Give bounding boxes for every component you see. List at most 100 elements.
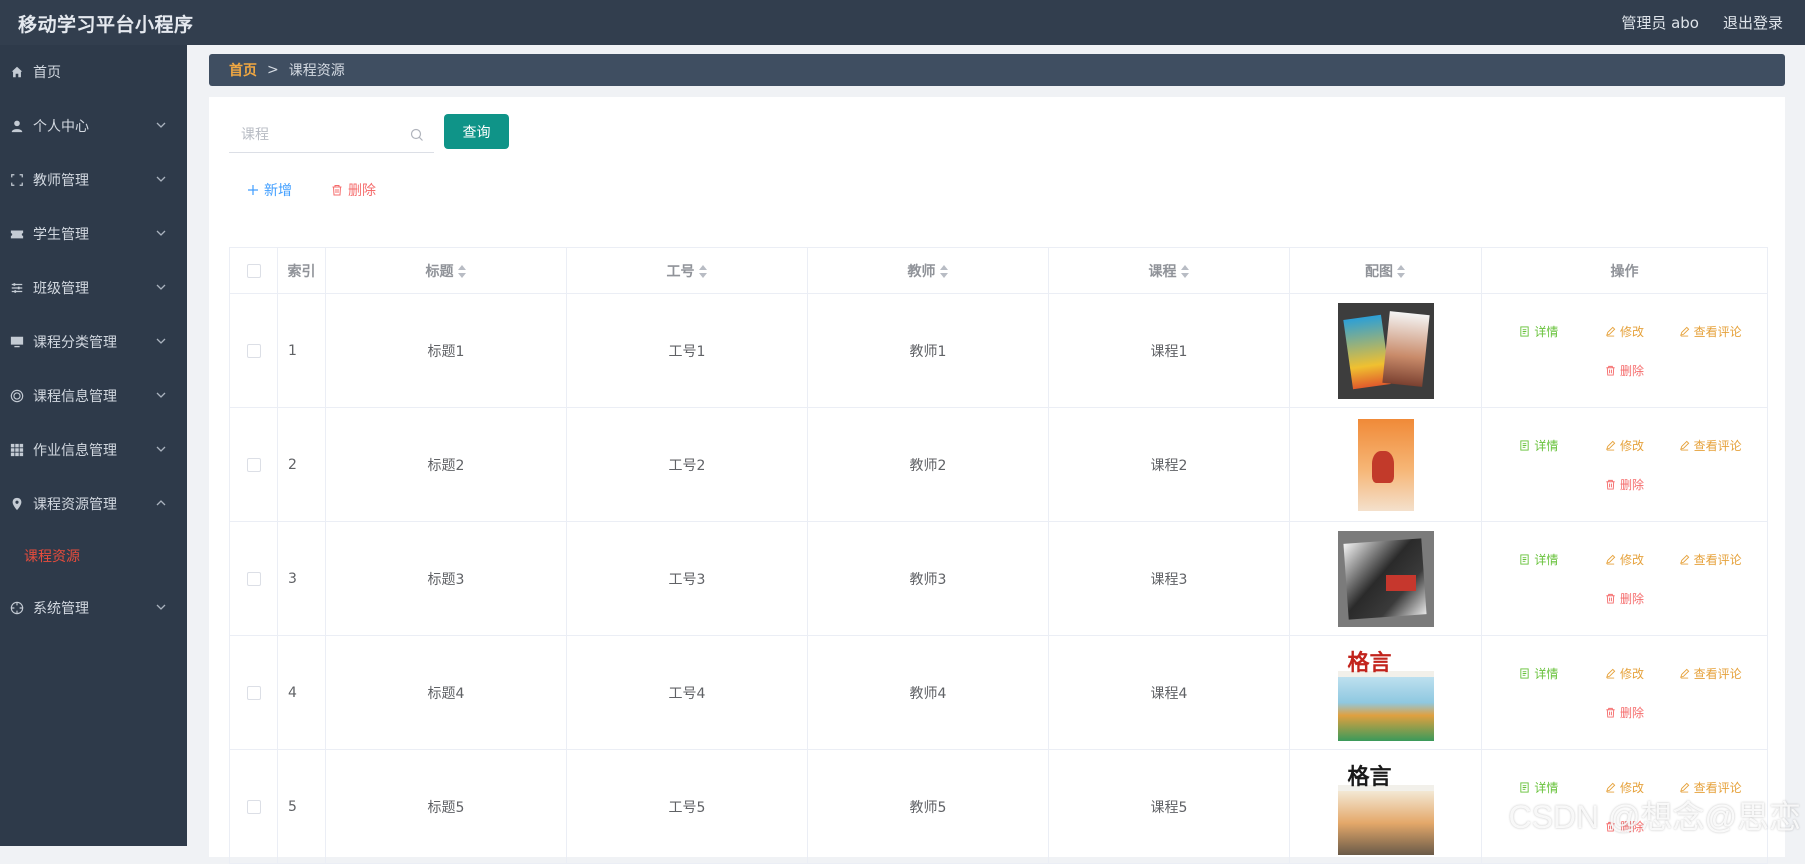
- breadcrumb: 首页 > 课程资源: [209, 54, 1785, 86]
- sort-icon[interactable]: [1181, 265, 1190, 278]
- view-comments-button[interactable]: 查看评论: [1667, 323, 1753, 340]
- sidebar-item-system[interactable]: 系统管理: [0, 581, 187, 635]
- cell-title: 标题2: [326, 408, 567, 522]
- sidebar-subitem-course-resource[interactable]: 课程资源: [0, 531, 187, 581]
- sidebar-item-label: 学生管理: [33, 224, 89, 244]
- cell-course: 课程2: [1049, 408, 1290, 522]
- edit-button[interactable]: 修改: [1582, 665, 1668, 682]
- edit-button[interactable]: 修改: [1582, 779, 1668, 796]
- chevron-down-icon: [155, 443, 167, 455]
- table-row: 1 标题1 工号1 教师1 课程1 详情 修改 查看评论 删除: [230, 294, 1768, 408]
- cell-course: 课程1: [1049, 294, 1290, 408]
- view-comments-button[interactable]: 查看评论: [1667, 437, 1753, 454]
- header-title[interactable]: 标题: [326, 248, 567, 294]
- sidebar-item-homework[interactable]: 作业信息管理: [0, 423, 187, 477]
- header-teacher[interactable]: 教师: [808, 248, 1049, 294]
- header-actions: 操作: [1482, 248, 1768, 294]
- sort-icon[interactable]: [699, 265, 708, 278]
- header-label: 标题: [426, 264, 454, 280]
- sidebar-item-teachers[interactable]: 教师管理: [0, 153, 187, 207]
- cover-image[interactable]: [1338, 759, 1434, 855]
- cell-index: 3: [278, 522, 326, 636]
- view-comments-button[interactable]: 查看评论: [1667, 665, 1753, 682]
- delete-row-button[interactable]: 删除: [1582, 590, 1668, 607]
- detail-button[interactable]: 详情: [1496, 779, 1582, 796]
- cell-image: [1290, 294, 1482, 408]
- cover-image[interactable]: [1356, 417, 1416, 513]
- select-all-checkbox[interactable]: [247, 264, 261, 278]
- sidebar-item-students[interactable]: 学生管理: [0, 207, 187, 261]
- header-image[interactable]: 配图: [1290, 248, 1482, 294]
- delete-row-button[interactable]: 删除: [1582, 818, 1668, 835]
- query-button[interactable]: 查询: [444, 114, 509, 149]
- row-checkbox[interactable]: [247, 800, 261, 814]
- pencil-icon: [1679, 668, 1690, 679]
- top-bar: 移动学习平台小程序 管理员 abo 退出登录: [0, 0, 1805, 45]
- sort-icon[interactable]: [1397, 265, 1406, 278]
- sidebar-item-classes[interactable]: 班级管理: [0, 261, 187, 315]
- delete-row-button[interactable]: 删除: [1582, 476, 1668, 493]
- cell-actions: 详情 修改 查看评论 删除: [1482, 750, 1768, 864]
- chevron-down-icon: [155, 119, 167, 131]
- add-button[interactable]: 新增: [247, 177, 292, 203]
- edit-button[interactable]: 修改: [1582, 437, 1668, 454]
- table-row: 5 标题5 工号5 教师5 课程5 详情 修改 查看评论 删除: [230, 750, 1768, 864]
- header-course[interactable]: 课程: [1049, 248, 1290, 294]
- delete-row-button[interactable]: 删除: [1582, 362, 1668, 379]
- header-number[interactable]: 工号: [567, 248, 808, 294]
- cover-image[interactable]: [1338, 645, 1434, 741]
- breadcrumb-separator: >: [267, 62, 279, 78]
- cover-image[interactable]: [1338, 303, 1434, 399]
- sort-icon[interactable]: [458, 265, 467, 278]
- sidebar-item-label: 课程资源: [24, 546, 80, 566]
- grid-icon: [9, 442, 25, 458]
- cell-number: 工号1: [567, 294, 808, 408]
- op-label: 查看评论: [1694, 665, 1742, 682]
- document-icon: [1519, 326, 1530, 337]
- monitor-icon: [9, 334, 25, 350]
- sidebar-item-course-info[interactable]: 课程信息管理: [0, 369, 187, 423]
- breadcrumb-home-link[interactable]: 首页: [229, 60, 257, 80]
- cell-title: 标题4: [326, 636, 567, 750]
- pencil-icon: [1605, 668, 1616, 679]
- cell-actions: 详情 修改 查看评论 删除: [1482, 636, 1768, 750]
- header-label: 配图: [1365, 264, 1393, 280]
- cell-actions: 详情 修改 查看评论 删除: [1482, 408, 1768, 522]
- delete-row-button[interactable]: 删除: [1582, 704, 1668, 721]
- sliders-icon: [9, 280, 25, 296]
- edit-button[interactable]: 修改: [1582, 551, 1668, 568]
- cover-image[interactable]: [1338, 531, 1434, 627]
- sidebar-item-home[interactable]: 首页: [0, 45, 187, 99]
- edit-button[interactable]: 修改: [1582, 323, 1668, 340]
- trash-icon: [1605, 707, 1616, 718]
- logout-button[interactable]: 退出登录: [1723, 12, 1783, 33]
- detail-button[interactable]: 详情: [1496, 437, 1582, 454]
- header-label: 操作: [1611, 264, 1639, 280]
- document-icon: [1519, 782, 1530, 793]
- search-input[interactable]: [229, 120, 399, 150]
- table-header-row: 索引 标题 工号 教师 课程 配图 操作: [230, 248, 1768, 294]
- batch-delete-button[interactable]: 删除: [331, 177, 376, 203]
- sidebar-item-personal[interactable]: 个人中心: [0, 99, 187, 153]
- cell-course: 课程3: [1049, 522, 1290, 636]
- sidebar-item-course-category[interactable]: 课程分类管理: [0, 315, 187, 369]
- sort-icon[interactable]: [940, 265, 949, 278]
- sidebar-item-label: 课程资源管理: [33, 494, 117, 514]
- op-label: 修改: [1620, 551, 1644, 568]
- sidebar-item-course-resource-mgmt[interactable]: 课程资源管理: [0, 477, 187, 531]
- plus-icon: [247, 184, 259, 196]
- detail-button[interactable]: 详情: [1496, 551, 1582, 568]
- search-icon[interactable]: [410, 128, 424, 142]
- row-checkbox[interactable]: [247, 686, 261, 700]
- row-checkbox[interactable]: [247, 572, 261, 586]
- detail-button[interactable]: 详情: [1496, 665, 1582, 682]
- detail-button[interactable]: 详情: [1496, 323, 1582, 340]
- pencil-icon: [1679, 326, 1690, 337]
- row-checkbox[interactable]: [247, 344, 261, 358]
- location-icon: [9, 496, 25, 512]
- row-checkbox[interactable]: [247, 458, 261, 472]
- sidebar-item-label: 课程分类管理: [33, 332, 117, 352]
- view-comments-button[interactable]: 查看评论: [1667, 779, 1753, 796]
- chevron-down-icon: [155, 227, 167, 239]
- view-comments-button[interactable]: 查看评论: [1667, 551, 1753, 568]
